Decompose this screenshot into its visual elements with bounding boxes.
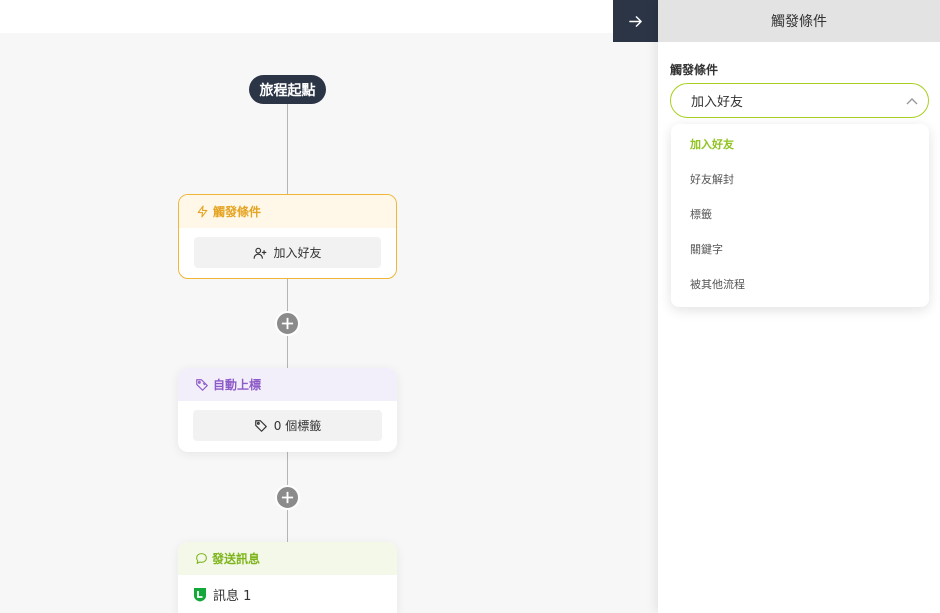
tag-icon bbox=[254, 419, 267, 432]
trigger-value-chip[interactable]: 加入好友 bbox=[194, 237, 381, 268]
lightning-icon bbox=[197, 205, 208, 218]
tag-count-label: 0 個標籤 bbox=[273, 419, 322, 433]
chat-bubble-icon bbox=[196, 553, 207, 564]
connector-line bbox=[287, 104, 288, 194]
tag-icon bbox=[196, 378, 208, 391]
auto-tag-node-header: 自動上標 bbox=[178, 368, 397, 401]
trigger-field-label: 觸發條件 bbox=[670, 63, 719, 77]
trigger-node-header: 觸發條件 bbox=[179, 195, 396, 228]
journey-start-node[interactable]: 旅程起點 bbox=[249, 75, 326, 104]
settings-panel: 觸發條件 觸發條件 加入好友 加入好友 好友解封 標籤 關鍵字 被其他流程 bbox=[658, 0, 940, 613]
add-step-button[interactable] bbox=[275, 485, 300, 510]
trigger-value-label: 加入好友 bbox=[273, 246, 322, 260]
send-message-node-header: 發送訊息 bbox=[178, 542, 397, 575]
auto-tag-node[interactable]: 自動上標 0 個標籤 bbox=[178, 368, 397, 452]
collapse-panel-button[interactable] bbox=[613, 0, 658, 42]
chevron-up-icon bbox=[906, 97, 918, 104]
arrow-right-icon bbox=[629, 15, 642, 27]
plus-icon bbox=[281, 317, 294, 330]
message-item[interactable]: 訊息 1 bbox=[178, 575, 397, 613]
option-keyword[interactable]: 關鍵字 bbox=[671, 231, 929, 266]
option-add-friend[interactable]: 加入好友 bbox=[671, 126, 929, 161]
trigger-node[interactable]: 觸發條件 加入好友 bbox=[178, 194, 397, 279]
option-tag[interactable]: 標籤 bbox=[671, 196, 929, 231]
tag-count-chip[interactable]: 0 個標籤 bbox=[193, 410, 382, 441]
flow-canvas[interactable] bbox=[0, 33, 658, 613]
auto-tag-node-title: 自動上標 bbox=[213, 378, 262, 392]
user-plus-icon bbox=[254, 247, 267, 259]
option-other-flow[interactable]: 被其他流程 bbox=[671, 266, 929, 301]
trigger-select[interactable]: 加入好友 bbox=[670, 83, 929, 118]
send-message-node[interactable]: 發送訊息 訊息 1 bbox=[178, 542, 397, 613]
line-badge-icon bbox=[194, 588, 206, 602]
option-unblock[interactable]: 好友解封 bbox=[671, 161, 929, 196]
trigger-options-dropdown: 加入好友 好友解封 標籤 關鍵字 被其他流程 bbox=[671, 124, 929, 307]
plus-icon bbox=[281, 491, 294, 504]
panel-header: 觸發條件 bbox=[658, 0, 940, 42]
send-message-node-title: 發送訊息 bbox=[212, 552, 261, 566]
top-bar bbox=[0, 0, 658, 33]
trigger-select-value: 加入好友 bbox=[691, 95, 744, 110]
panel-title: 觸發條件 bbox=[771, 14, 827, 30]
message-item-label: 訊息 1 bbox=[213, 589, 252, 604]
add-step-button[interactable] bbox=[275, 311, 300, 336]
trigger-node-title: 觸發條件 bbox=[213, 205, 262, 219]
journey-start-label: 旅程起點 bbox=[259, 82, 316, 99]
